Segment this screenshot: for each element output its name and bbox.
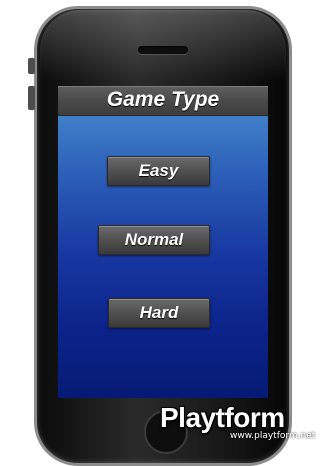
watermark-logo: Playtform bbox=[160, 402, 285, 433]
screen-title: Game Type bbox=[106, 88, 220, 111]
game-screen: Game Type Easy Normal Hard bbox=[58, 86, 268, 398]
watermark: Playtform www.playtform.net bbox=[160, 402, 315, 442]
volume-down-button[interactable] bbox=[28, 86, 35, 110]
hard-button[interactable]: Hard bbox=[108, 298, 210, 328]
title-bar: Game Type bbox=[58, 86, 268, 116]
volume-up-button[interactable] bbox=[28, 58, 35, 74]
watermark-url: www.playtform.net bbox=[230, 431, 316, 441]
easy-button[interactable]: Easy bbox=[107, 156, 210, 186]
earpiece-speaker bbox=[138, 46, 188, 54]
normal-button[interactable]: Normal bbox=[98, 225, 210, 255]
